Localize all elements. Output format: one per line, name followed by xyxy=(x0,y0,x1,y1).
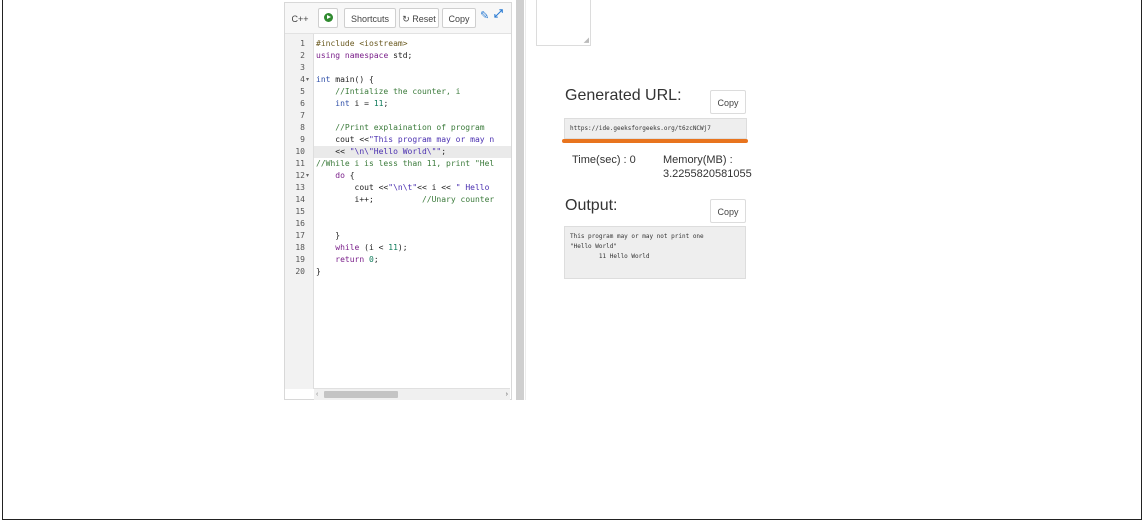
line-number: 4 xyxy=(300,75,305,84)
code-line: } xyxy=(316,231,341,240)
fold-arrow-icon[interactable]: ▾ xyxy=(306,74,309,86)
line-number: 10 xyxy=(295,147,305,156)
output-title: Output: xyxy=(565,197,618,214)
code-area[interactable]: #include <iostream> using namespace std; i… xyxy=(316,34,509,389)
code-line: << "\n\"Hello World\""; xyxy=(316,147,447,156)
line-number: 8 xyxy=(300,123,305,132)
line-number: 15 xyxy=(295,207,305,216)
code-line: } xyxy=(316,267,321,276)
line-number-gutter: 1 2 3 4 ▾ 5 6 7 8 9 10 11 12 ▾ 13 14 15 16 17 18 19 20 xyxy=(285,34,314,389)
line-number: 17 xyxy=(295,231,305,240)
resize-handle-icon[interactable]: ◢ xyxy=(584,37,589,45)
run-icon xyxy=(324,13,333,22)
output-line: "Hello World" xyxy=(570,243,617,250)
memory-stat-value: 3.2255820581055 xyxy=(663,168,752,180)
code-editor-panel: C++ Shortcuts ↻ Reset Copy ✎ ⤢ 1 2 3 4 ▾ 5 6 7 8… xyxy=(284,2,512,400)
line-number: 12 xyxy=(295,171,305,180)
horizontal-scrollbar[interactable]: ‹ › xyxy=(314,388,510,400)
copy-url-button[interactable]: Copy xyxy=(710,90,746,114)
shortcuts-button[interactable]: Shortcuts xyxy=(344,8,396,28)
code-line: using namespace std; xyxy=(316,51,413,60)
url-underline xyxy=(562,139,748,143)
code-line: //While i is less than 11, print "Hel xyxy=(316,159,495,168)
output-box: This program may or may not print one "He… xyxy=(564,226,746,279)
time-stat: Time(sec) : 0 xyxy=(572,154,636,166)
line-number: 20 xyxy=(295,267,305,276)
scroll-left-arrow[interactable]: ‹ xyxy=(316,389,318,400)
generated-url-title: Generated URL: xyxy=(565,87,682,104)
line-number: 16 xyxy=(295,219,305,228)
pane-divider[interactable] xyxy=(516,0,524,400)
scroll-right-arrow[interactable]: › xyxy=(506,389,508,400)
code-line: i++; //Unary counter xyxy=(316,195,495,204)
fullscreen-icon[interactable]: ⤢ xyxy=(494,8,503,21)
fold-arrow-icon[interactable]: ▾ xyxy=(306,170,309,182)
code-line: #include <iostream> xyxy=(316,39,408,48)
language-select[interactable]: C++ xyxy=(288,8,312,28)
edit-icon[interactable]: ✎ xyxy=(480,9,489,22)
line-number: 2 xyxy=(300,51,305,60)
input-textarea[interactable]: ◢ xyxy=(536,0,591,46)
code-line: //Print explaination of program xyxy=(335,123,485,132)
reset-button[interactable]: ↻ Reset xyxy=(399,8,439,28)
copy-output-button[interactable]: Copy xyxy=(710,199,746,223)
editor-toolbar: C++ Shortcuts ↻ Reset Copy ✎ ⤢ xyxy=(285,3,511,34)
code-line: cout <<"This program may or may n xyxy=(316,135,495,144)
line-number: 5 xyxy=(300,87,305,96)
generated-url-field[interactable]: https://ide.geeksforgeeks.org/t6zcNCWj7 xyxy=(564,118,747,139)
output-line: This program may or may not print one xyxy=(570,233,704,240)
code-line: //Intialize the counter, i xyxy=(335,87,461,96)
line-number: 3 xyxy=(300,63,305,72)
run-button[interactable] xyxy=(318,8,338,28)
line-number: 1 xyxy=(300,39,305,48)
line-number: 9 xyxy=(300,135,305,144)
output-line: 11 Hello World xyxy=(570,253,650,260)
line-number: 11 xyxy=(295,159,305,168)
memory-stat-label: Memory(MB) : xyxy=(663,154,733,166)
code-line: return 0; xyxy=(335,255,379,264)
line-number: 19 xyxy=(295,255,305,264)
code-line: cout <<"\n\t"<< i << " Hello xyxy=(316,183,490,192)
code-line: do { xyxy=(335,171,355,180)
code-line: while (i < 11); xyxy=(335,243,408,252)
line-number: 7 xyxy=(300,111,305,120)
code-line: int main() { xyxy=(316,75,374,84)
scrollbar-thumb[interactable] xyxy=(324,391,398,398)
line-number: 18 xyxy=(295,243,305,252)
line-number: 6 xyxy=(300,99,305,108)
divider-line xyxy=(525,0,526,400)
copy-code-button[interactable]: Copy xyxy=(442,8,476,28)
code-line: int i = 11; xyxy=(335,99,389,108)
line-number: 13 xyxy=(295,183,305,192)
line-number: 14 xyxy=(295,195,305,204)
